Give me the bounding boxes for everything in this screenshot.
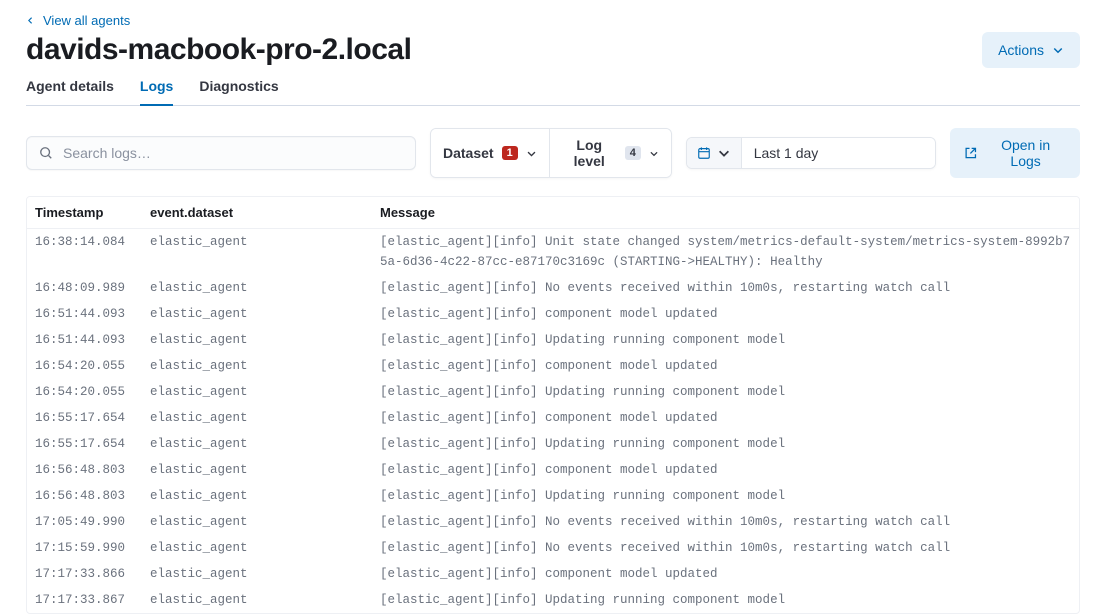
table-row[interactable]: 16:56:48.803elastic_agent[elastic_agent]… bbox=[27, 483, 1079, 509]
actions-button[interactable]: Actions bbox=[982, 32, 1080, 68]
date-picker-button[interactable] bbox=[687, 138, 742, 168]
table-row[interactable]: 16:55:17.654elastic_agent[elastic_agent]… bbox=[27, 405, 1079, 431]
tab-logs[interactable]: Logs bbox=[140, 78, 173, 106]
log-level-filter[interactable]: Log level 4 bbox=[549, 129, 671, 177]
cell-msg: [elastic_agent][info] component model up… bbox=[372, 301, 1079, 327]
cell-ts: 16:54:20.055 bbox=[27, 379, 142, 405]
cell-ts: 16:38:14.084 bbox=[27, 229, 142, 276]
cell-msg: [elastic_agent][info] component model up… bbox=[372, 405, 1079, 431]
cell-ts: 17:15:59.990 bbox=[27, 535, 142, 561]
table-row[interactable]: 16:56:48.803elastic_agent[elastic_agent]… bbox=[27, 457, 1079, 483]
cell-msg: [elastic_agent][info] No events received… bbox=[372, 535, 1079, 561]
cell-ds: elastic_agent bbox=[142, 379, 372, 405]
cell-ds: elastic_agent bbox=[142, 457, 372, 483]
tab-diagnostics[interactable]: Diagnostics bbox=[199, 78, 278, 106]
actions-button-label: Actions bbox=[998, 42, 1044, 58]
page-title: davids-macbook-pro-2.local bbox=[26, 33, 411, 67]
cell-ts: 16:54:20.055 bbox=[27, 353, 142, 379]
cell-ds: elastic_agent bbox=[142, 327, 372, 353]
log-level-filter-count: 4 bbox=[625, 146, 641, 160]
cell-msg: [elastic_agent][info] Unit state changed… bbox=[372, 229, 1079, 276]
table-row[interactable]: 16:51:44.093elastic_agent[elastic_agent]… bbox=[27, 301, 1079, 327]
open-in-logs-label: Open in Logs bbox=[985, 137, 1066, 169]
date-picker: Last 1 day bbox=[686, 137, 936, 169]
back-link-label: View all agents bbox=[43, 13, 130, 28]
cell-msg: [elastic_agent][info] Updating running c… bbox=[372, 587, 1079, 613]
table-row[interactable]: 16:54:20.055elastic_agent[elastic_agent]… bbox=[27, 353, 1079, 379]
table-row[interactable]: 16:54:20.055elastic_agent[elastic_agent]… bbox=[27, 379, 1079, 405]
cell-msg: [elastic_agent][info] component model up… bbox=[372, 353, 1079, 379]
cell-ds: elastic_agent bbox=[142, 431, 372, 457]
col-header-timestamp[interactable]: Timestamp bbox=[27, 197, 142, 229]
cell-msg: [elastic_agent][info] component model up… bbox=[372, 457, 1079, 483]
filter-group: Dataset 1 Log level 4 bbox=[430, 128, 672, 178]
open-in-logs-button[interactable]: Open in Logs bbox=[950, 128, 1080, 178]
cell-ds: elastic_agent bbox=[142, 561, 372, 587]
dataset-filter[interactable]: Dataset 1 bbox=[431, 129, 549, 177]
search-icon bbox=[39, 146, 53, 160]
log-table-wrapper: Timestamp event.dataset Message 16:38:14… bbox=[26, 196, 1080, 614]
back-link[interactable]: View all agents bbox=[26, 13, 130, 28]
cell-ts: 17:05:49.990 bbox=[27, 509, 142, 535]
cell-msg: [elastic_agent][info] No events received… bbox=[372, 275, 1079, 301]
table-row[interactable]: 16:48:09.989elastic_agent[elastic_agent]… bbox=[27, 275, 1079, 301]
col-header-message[interactable]: Message bbox=[372, 197, 1079, 229]
cell-msg: [elastic_agent][info] Updating running c… bbox=[372, 379, 1079, 405]
cell-ts: 16:56:48.803 bbox=[27, 483, 142, 509]
tabs: Agent details Logs Diagnostics bbox=[26, 78, 1080, 106]
table-row[interactable]: 17:17:33.866elastic_agent[elastic_agent]… bbox=[27, 561, 1079, 587]
chevron-down-icon bbox=[1052, 44, 1064, 56]
cell-ts: 16:51:44.093 bbox=[27, 301, 142, 327]
cell-ts: 16:51:44.093 bbox=[27, 327, 142, 353]
search-input[interactable] bbox=[63, 145, 403, 161]
search-input-wrapper[interactable] bbox=[26, 136, 416, 170]
log-level-filter-label: Log level bbox=[562, 137, 617, 169]
cell-ds: elastic_agent bbox=[142, 587, 372, 613]
chevron-down-icon bbox=[717, 146, 731, 160]
cell-ds: elastic_agent bbox=[142, 301, 372, 327]
cell-ts: 17:17:33.866 bbox=[27, 561, 142, 587]
cell-msg: [elastic_agent][info] component model up… bbox=[372, 561, 1079, 587]
log-table: Timestamp event.dataset Message 16:38:14… bbox=[27, 197, 1079, 613]
table-row[interactable]: 16:55:17.654elastic_agent[elastic_agent]… bbox=[27, 431, 1079, 457]
table-row[interactable]: 16:38:14.084elastic_agent[elastic_agent]… bbox=[27, 229, 1079, 276]
cell-ds: elastic_agent bbox=[142, 483, 372, 509]
popout-icon bbox=[964, 146, 978, 160]
table-row[interactable]: 17:17:33.867elastic_agent[elastic_agent]… bbox=[27, 587, 1079, 613]
table-row[interactable]: 17:15:59.990elastic_agent[elastic_agent]… bbox=[27, 535, 1079, 561]
cell-ds: elastic_agent bbox=[142, 509, 372, 535]
cell-ts: 17:17:33.867 bbox=[27, 587, 142, 613]
cell-msg: [elastic_agent][info] Updating running c… bbox=[372, 483, 1079, 509]
col-header-dataset[interactable]: event.dataset bbox=[142, 197, 372, 229]
cell-ts: 16:56:48.803 bbox=[27, 457, 142, 483]
chevron-down-icon bbox=[649, 148, 659, 159]
cell-ds: elastic_agent bbox=[142, 405, 372, 431]
cell-ts: 16:55:17.654 bbox=[27, 405, 142, 431]
cell-msg: [elastic_agent][info] Updating running c… bbox=[372, 431, 1079, 457]
cell-ds: elastic_agent bbox=[142, 275, 372, 301]
table-row[interactable]: 17:05:49.990elastic_agent[elastic_agent]… bbox=[27, 509, 1079, 535]
tab-agent-details[interactable]: Agent details bbox=[26, 78, 114, 106]
chevron-down-icon bbox=[526, 148, 537, 159]
cell-ds: elastic_agent bbox=[142, 353, 372, 379]
table-row[interactable]: 16:51:44.093elastic_agent[elastic_agent]… bbox=[27, 327, 1079, 353]
date-picker-value[interactable]: Last 1 day bbox=[742, 138, 936, 168]
cell-ds: elastic_agent bbox=[142, 229, 372, 276]
cell-ts: 16:48:09.989 bbox=[27, 275, 142, 301]
cell-msg: [elastic_agent][info] No events received… bbox=[372, 509, 1079, 535]
dataset-filter-count: 1 bbox=[502, 146, 518, 160]
cell-ts: 16:55:17.654 bbox=[27, 431, 142, 457]
calendar-icon bbox=[697, 146, 711, 160]
cell-msg: [elastic_agent][info] Updating running c… bbox=[372, 327, 1079, 353]
chevron-left-icon bbox=[26, 16, 35, 25]
cell-ds: elastic_agent bbox=[142, 535, 372, 561]
dataset-filter-label: Dataset bbox=[443, 145, 494, 161]
